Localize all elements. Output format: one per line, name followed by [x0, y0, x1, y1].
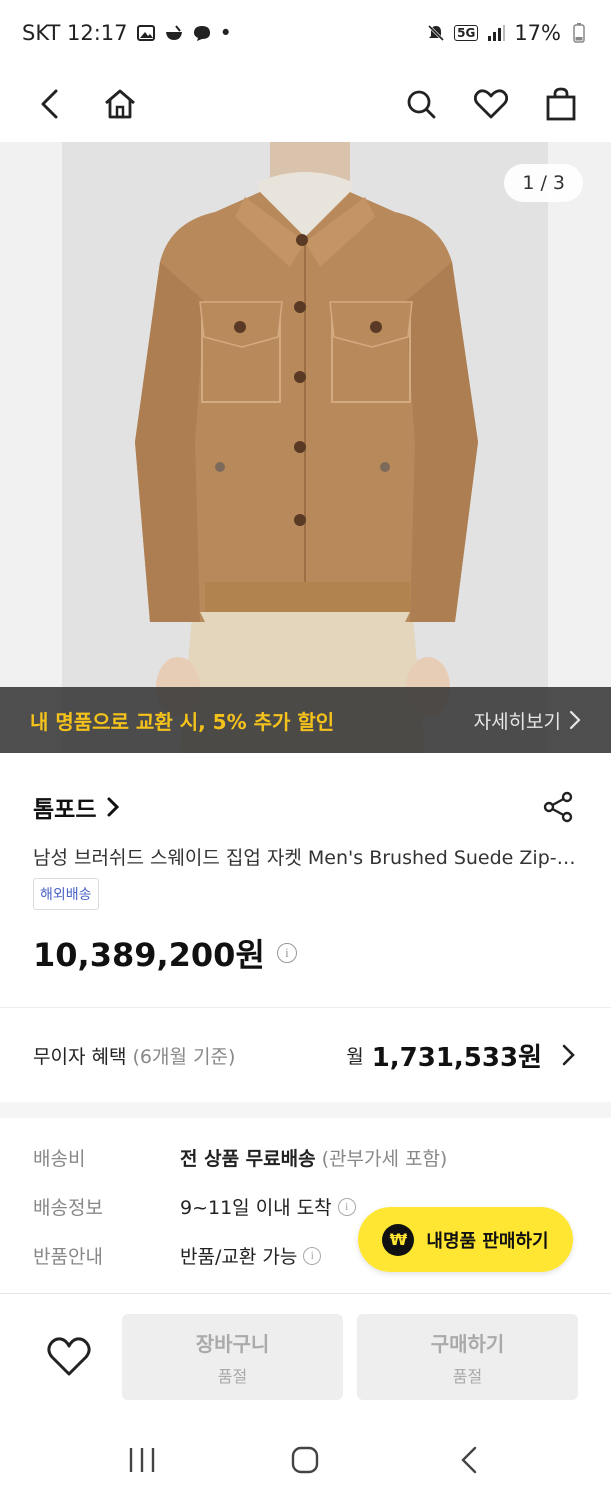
promo-banner[interactable]: 내 명품으로 교환 시, 5% 추가 할인 자세히보기 [0, 687, 611, 753]
return-info-icon[interactable]: i [303, 1246, 322, 1265]
search-button[interactable] [401, 84, 441, 124]
product-price: 10,389,200원 [33, 936, 265, 974]
brand-link[interactable]: 톰포드 [33, 790, 120, 824]
nav-left [30, 84, 140, 124]
home-system-button[interactable] [275, 1430, 335, 1490]
delivery-info-key: 배송정보 [33, 1197, 103, 1219]
promo-text: 내 명품으로 교환 시, 5% 추가 할인 [30, 709, 335, 734]
status-right: 5G 17% [426, 21, 589, 45]
search-icon [407, 90, 436, 119]
installment-sub: (6개월 기준) [132, 1045, 236, 1068]
image-counter: 1 / 3 [504, 164, 583, 202]
shipping-fee-key: 배송비 [33, 1148, 86, 1170]
heart-icon [47, 1337, 91, 1376]
home-button[interactable] [100, 84, 140, 124]
installment-amount: 1,731,533원 [371, 1042, 542, 1073]
back-arrow-icon [461, 1446, 477, 1474]
chevron-right-icon [562, 1044, 575, 1066]
return-info-value-group: 반품/교환 가능 i [180, 1242, 322, 1269]
overseas-shipping-badge: 해외배송 [33, 878, 99, 910]
shipping-fee-row: 배송비 전 상품 무료배송 (관부가세 포함) [33, 1133, 578, 1182]
installment-amount-group: 월 1,731,533원 [346, 1037, 578, 1074]
nav-right [401, 84, 581, 124]
back-system-button[interactable] [439, 1430, 499, 1490]
delivery-info-value: 9~11일 이내 도착 [180, 1197, 332, 1219]
return-info-key: 반품안내 [33, 1246, 103, 1268]
sell-button-label: 내명품 판매하기 [426, 1230, 549, 1252]
battery-percent: 17% [514, 21, 561, 45]
signal-icon [486, 23, 506, 43]
carrier-time: SKT 12:17 [22, 21, 128, 45]
food-bowl-icon [164, 23, 184, 43]
promo-more-link[interactable]: 자세히보기 [474, 707, 581, 734]
sell-my-luxury-button[interactable]: ₩ 내명품 판매하기 [358, 1207, 573, 1272]
return-info-value: 반품/교환 가능 [180, 1246, 298, 1268]
installment-label: 무이자 혜택 [33, 1045, 127, 1068]
installment-label-group: 무이자 혜택 (6개월 기준) [33, 1042, 235, 1069]
back-button[interactable] [30, 84, 70, 124]
price-info-icon[interactable]: i [276, 943, 297, 963]
chevron-right-icon [107, 797, 120, 817]
mute-icon [426, 23, 446, 43]
status-left: SKT 12:17 • [22, 21, 232, 45]
heart-icon [474, 89, 508, 119]
bottom-wishlist-button[interactable] [44, 1334, 94, 1380]
buy-now-button[interactable]: 구매하기 품절 [357, 1314, 578, 1400]
installment-row[interactable]: 무이자 혜택 (6개월 기준) 월 1,731,533원 [0, 1008, 611, 1102]
delivery-info-icon[interactable]: i [337, 1197, 356, 1216]
system-nav-bar [0, 1420, 611, 1500]
top-nav [0, 66, 611, 142]
promo-more-label: 자세히보기 [473, 710, 561, 733]
battery-icon [569, 23, 589, 43]
status-bar: SKT 12:17 • 5G 17% [0, 0, 611, 66]
chevron-right-icon [569, 710, 581, 730]
brand-name: 톰포드 [33, 797, 97, 823]
chat-icon [192, 23, 212, 43]
brand-row: 톰포드 [33, 790, 578, 824]
network-label: 5G [454, 25, 479, 41]
shipping-fee-bold: 전 상품 무료배송 [180, 1148, 316, 1170]
product-image-carousel[interactable]: 1 / 3 내 명품으로 교환 시, 5% 추가 할인 자세히보기 [0, 142, 611, 753]
buy-status: 품절 [452, 1366, 483, 1386]
wishlist-button[interactable] [471, 84, 511, 124]
recent-apps-icon [129, 1448, 155, 1472]
product-name: 남성 브러쉬드 스웨이드 집업 자켓 Men's Brushed Suede Z… [33, 847, 578, 869]
cart-button[interactable] [541, 84, 581, 124]
recent-apps-button[interactable] [112, 1430, 172, 1490]
section-gap [0, 1102, 611, 1118]
buy-label: 구매하기 [430, 1331, 505, 1356]
cart-status: 품절 [217, 1366, 248, 1386]
status-dot: • [219, 21, 232, 45]
home-icon [105, 89, 135, 119]
gallery-icon [136, 23, 156, 43]
share-button[interactable] [538, 787, 578, 827]
bottom-action-bar: 장바구니 품절 구매하기 품절 [0, 1294, 611, 1420]
chevron-left-icon [41, 89, 58, 119]
home-circle-icon [292, 1446, 319, 1474]
add-to-cart-button[interactable]: 장바구니 품절 [122, 1314, 343, 1400]
won-icon: ₩ [382, 1223, 415, 1256]
share-icon [543, 791, 573, 823]
installment-month-prefix: 월 [346, 1045, 364, 1068]
product-image [135, 142, 478, 753]
shopping-bag-icon [546, 87, 576, 121]
shipping-fee-note: (관부가세 포함) [321, 1148, 448, 1170]
cart-label: 장바구니 [195, 1331, 270, 1356]
delivery-info-value-group: 9~11일 이내 도착 i [180, 1193, 356, 1220]
price-row: 10,389,200원 i [33, 930, 297, 976]
shipping-fee-value: 전 상품 무료배송 (관부가세 포함) [180, 1144, 447, 1171]
